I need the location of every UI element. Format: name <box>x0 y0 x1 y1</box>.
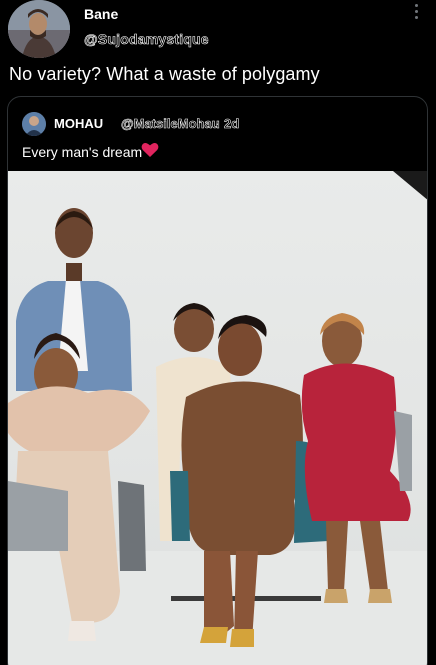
author-handle[interactable]: @Sujodamystique <box>84 31 209 48</box>
quoted-tweet[interactable]: MOHAU @MatsileMohau · 2d Every man's dre… <box>7 96 428 665</box>
quoted-author-avatar[interactable] <box>22 112 46 136</box>
quoted-author-name[interactable]: MOHAU <box>54 116 103 131</box>
separator-dot: · <box>215 116 220 131</box>
red-heart-icon <box>141 142 159 158</box>
quoted-timestamp[interactable]: 2d <box>224 116 240 132</box>
quoted-author-handle[interactable]: @MatsileMohau <box>121 116 220 132</box>
author-avatar[interactable] <box>8 0 70 58</box>
tweet: Bane @Sujodamystique No variety? What a … <box>0 0 436 665</box>
tweet-text: No variety? What a waste of polygamy <box>9 64 320 84</box>
more-vertical-icon[interactable] <box>412 4 420 24</box>
tweet-photo[interactable] <box>8 171 427 665</box>
author-name[interactable]: Bane <box>84 6 118 22</box>
quoted-text: Every man's dream <box>22 144 143 160</box>
